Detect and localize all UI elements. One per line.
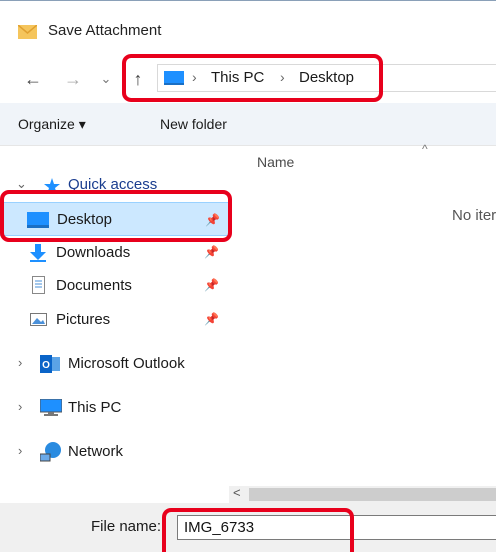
pictures-icon <box>30 313 47 326</box>
file-name-highlight <box>162 508 354 552</box>
organize-button[interactable]: Organize ▾ <box>18 116 86 133</box>
sidebar-label: Network <box>68 443 124 460</box>
sidebar-label: Pictures <box>56 311 111 328</box>
sidebar-item-network[interactable]: › Network <box>0 437 229 467</box>
chevron-right-icon: › <box>18 355 23 370</box>
sidebar-item-pictures[interactable]: Pictures 📌 <box>0 305 229 335</box>
pin-icon[interactable]: 📌 <box>204 312 219 326</box>
envelope-icon <box>18 25 37 39</box>
back-button[interactable]: ← <box>24 68 42 90</box>
address-bar-highlight <box>122 54 383 102</box>
svg-text:O: O <box>42 360 50 371</box>
column-header-name[interactable]: Name <box>257 154 294 170</box>
sidebar-label: Microsoft Outlook <box>68 355 185 372</box>
sidebar-item-microsoft-outlook[interactable]: › O Microsoft Outlook <box>0 349 229 379</box>
sidebar-label: Downloads <box>56 244 131 261</box>
scroll-left-arrow-icon[interactable]: < <box>233 485 241 500</box>
sort-caret-icon: ^ <box>422 142 428 156</box>
title-bar: Save Attachment <box>0 0 496 58</box>
horizontal-scrollbar[interactable]: < <box>229 485 496 503</box>
computer-icon <box>40 399 62 416</box>
pin-icon[interactable]: 📌 <box>204 278 219 292</box>
sidebar-label: Documents <box>56 277 132 294</box>
document-icon <box>32 276 45 294</box>
outlook-icon: O <box>40 355 60 373</box>
file-name-label: File name: <box>91 518 162 535</box>
new-folder-button[interactable]: New folder <box>160 116 227 132</box>
empty-folder-message: No iter <box>452 207 496 224</box>
chevron-right-icon: › <box>18 443 23 458</box>
sidebar-label: This PC <box>68 399 122 416</box>
window-title: Save Attachment <box>48 22 162 39</box>
scrollbar-thumb[interactable] <box>249 488 496 501</box>
sidebar-item-downloads[interactable]: Downloads 📌 <box>0 238 229 268</box>
download-arrow-icon <box>30 244 46 262</box>
toolbar: Organize ▾ New folder <box>0 103 496 146</box>
pin-icon[interactable]: 📌 <box>204 245 219 259</box>
forward-button[interactable]: → <box>64 68 82 90</box>
network-icon <box>40 442 61 462</box>
sidebar-item-this-pc[interactable]: › This PC <box>0 393 229 423</box>
recent-locations-chevron-icon[interactable]: ⌄ <box>100 68 112 90</box>
chevron-right-icon: › <box>18 399 23 414</box>
sidebar-item-documents[interactable]: Documents 📌 <box>0 271 229 301</box>
desktop-highlight <box>0 190 232 242</box>
